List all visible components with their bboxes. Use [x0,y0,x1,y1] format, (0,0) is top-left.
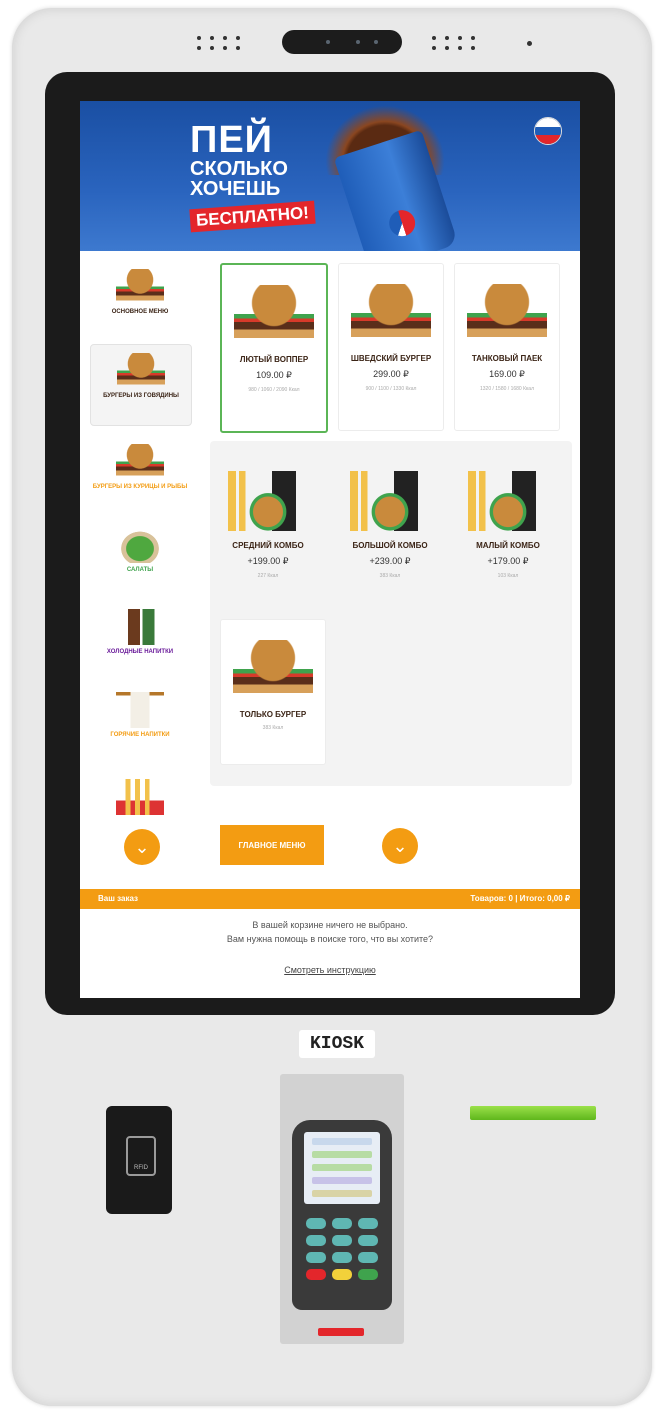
sidebar-item-snacks[interactable] [90,771,190,815]
kiosk-brand-label: KIOSK [299,1030,375,1058]
category-sidebar: ОСНОВНОЕ МЕНЮ БУРГЕРЫ ИЗ ГОВЯДИНЫ БУРГЕР… [80,251,210,881]
terminal-screen [304,1132,380,1204]
sidebar-item-hot-drinks[interactable]: ГОРЯЧИЕ НАПИТКИ [90,684,190,764]
promo-headline: ПЕЙ СКОЛЬКО ХОЧЕШЬ БЕСПЛАТНО! [189,119,316,233]
printer-slot [318,1328,364,1336]
chicken-burger-icon [116,444,164,480]
empty-cart-line-2: Вам нужна помощь в поиске того, что вы х… [226,933,434,944]
sidebar-item-label: ХОЛОДНЫЕ НАПИТКИ [106,649,174,655]
salad-icon [116,527,164,563]
combo-image [468,471,548,531]
promo-banner[interactable]: ПЕЙ СКОЛЬКО ХОЧЕШЬ БЕСПЛАТНО! [80,101,580,251]
promo-badge: БЕСПЛАТНО! [189,200,316,233]
burger-image [467,284,547,344]
combo-name: МАЛЫЙ КОМБО [476,541,540,550]
combo-price: +199.00 ₽ [247,556,289,566]
combo-kcal: 383 Ккал [262,725,284,731]
hot-drink-icon [116,692,164,728]
product-card-lyuty-vopper[interactable]: ЛЮТЫЙ ВОППЕР 109.00 ₽ 980 / 1060 / 2090 … [220,263,328,433]
beef-burger-icon [117,353,165,389]
receipt-slot [470,1106,596,1120]
burger-image [233,640,313,700]
combo-options-panel: СРЕДНИЙ КОМБО +199.00 ₽ 227 Ккал БОЛЬШОЙ… [210,441,572,786]
combo-kcal: 383 Ккал [379,573,401,579]
sidebar-item-beef-burgers[interactable]: БУРГЕРЫ ИЗ ГОВЯДИНЫ [90,344,192,426]
combo-kcal: 103 Ккал [497,573,519,579]
sidebar-item-label: ОСНОВНОЕ МЕНЮ [111,309,169,315]
promo-line-1: ПЕЙ [190,119,273,161]
main-menu-icon [116,269,164,305]
combo-card-burger-only[interactable]: ТОЛЬКО БУРГЕР 383 Ккал [220,619,326,765]
product-kcal: 1320 / 1580 / 1680 Ккал [479,386,534,392]
sidebar-item-cold-drinks[interactable]: ХОЛОДНЫЕ НАПИТКИ [90,601,190,681]
fries-icon [116,779,164,815]
order-bar[interactable]: Ваш заказ Товаров: 0 | Итого: 0,00 ₽ [80,889,580,909]
sidebar-item-label: БУРГЕРЫ ИЗ КУРИЦЫ И РЫБЫ [92,484,188,490]
promo-line-2: СКОЛЬКО [190,158,288,180]
rfid-reader[interactable]: RFID [106,1106,172,1214]
order-summary: Товаров: 0 | Итого: 0,00 ₽ [470,894,570,903]
pepsi-logo-icon [385,206,419,240]
combo-image [350,471,430,531]
cold-drink-icon [116,609,164,645]
product-price: 109.00 ₽ [256,370,292,380]
chevron-down-icon: ⌄ [134,836,150,857]
combo-name: СРЕДНИЙ КОМБО [232,541,304,550]
order-label: Ваш заказ [98,894,138,903]
sidebar-item-salads[interactable]: САЛАТЫ [90,519,190,599]
sensor-dot [527,41,532,46]
grid-scroll-down-button[interactable]: ⌄ [382,828,418,864]
product-card-shvedsky-burger[interactable]: ШВЕДСКИЙ БУРГЕР 299.00 ₽ 900 / 1100 / 13… [338,263,444,431]
product-kcal: 980 / 1060 / 2090 Ккал [248,387,300,393]
speaker-grille-left [197,36,242,50]
product-price: 169.00 ₽ [489,369,525,379]
combo-card-large[interactable]: БОЛЬШОЙ КОМБО +239.00 ₽ 383 Ккал [338,441,442,591]
sidebar-item-main-menu[interactable]: ОСНОВНОЕ МЕНЮ [90,261,190,341]
view-guide-link[interactable]: Смотреть инструкцию [284,965,376,975]
empty-cart-line-1: В вашей корзине ничего не выбрано. [252,920,408,930]
combo-price: +239.00 ₽ [369,556,411,566]
product-name: ТАНКОВЫЙ ПАЕК [471,354,543,363]
combo-card-medium[interactable]: СРЕДНИЙ КОМБО +199.00 ₽ 227 Ккал [216,441,320,591]
main-menu-button[interactable]: ГЛАВНОЕ МЕНЮ [220,825,324,865]
empty-cart-message: В вашей корзине ничего не выбрано. Вам н… [80,919,580,946]
sidebar-item-chicken-fish[interactable]: БУРГЕРЫ ИЗ КУРИЦЫ И РЫБЫ [90,436,190,516]
chevron-down-icon: ⌄ [392,835,408,856]
language-flag-ru-icon[interactable] [534,117,562,145]
rfid-card-icon: RFID [126,1136,156,1176]
combo-card-small[interactable]: МАЛЫЙ КОМБО +179.00 ₽ 103 Ккал [456,441,560,591]
guide-link-wrap: Смотреть инструкцию [80,965,580,975]
burger-image [351,284,431,344]
product-price: 299.00 ₽ [373,369,409,379]
sidebar-item-label: ГОРЯЧИЕ НАПИТКИ [110,732,170,738]
promo-line-3: ХОЧЕШЬ [190,178,281,200]
combo-price: +179.00 ₽ [487,556,529,566]
terminal-keypad[interactable] [306,1218,378,1280]
product-card-tankovy-paek[interactable]: ТАНКОВЫЙ ПАЕК 169.00 ₽ 1320 / 1580 / 168… [454,263,560,431]
combo-name: БОЛЬШОЙ КОМБО [352,541,428,550]
product-kcal: 900 / 1100 / 1330 Ккал [365,386,417,392]
sidebar-item-label: БУРГЕРЫ ИЗ ГОВЯДИНЫ [103,393,179,399]
combo-kcal: 227 Ккал [257,573,279,579]
sidebar-scroll-down-button[interactable]: ⌄ [124,829,160,865]
combo-image [228,471,308,531]
product-name: ЛЮТЫЙ ВОППЕР [239,355,309,364]
kiosk-screen: ПЕЙ СКОЛЬКО ХОЧЕШЬ БЕСПЛАТНО! ОСНОВНОЕ М… [80,101,580,998]
combo-name: ТОЛЬКО БУРГЕР [239,710,307,719]
speaker-grille-right [432,36,477,50]
camera-icon [282,30,402,54]
burger-image [234,285,314,345]
sidebar-item-label: САЛАТЫ [126,567,154,573]
rfid-label: RFID [134,1165,148,1171]
payment-terminal[interactable] [292,1120,392,1310]
product-name: ШВЕДСКИЙ БУРГЕР [350,354,432,363]
